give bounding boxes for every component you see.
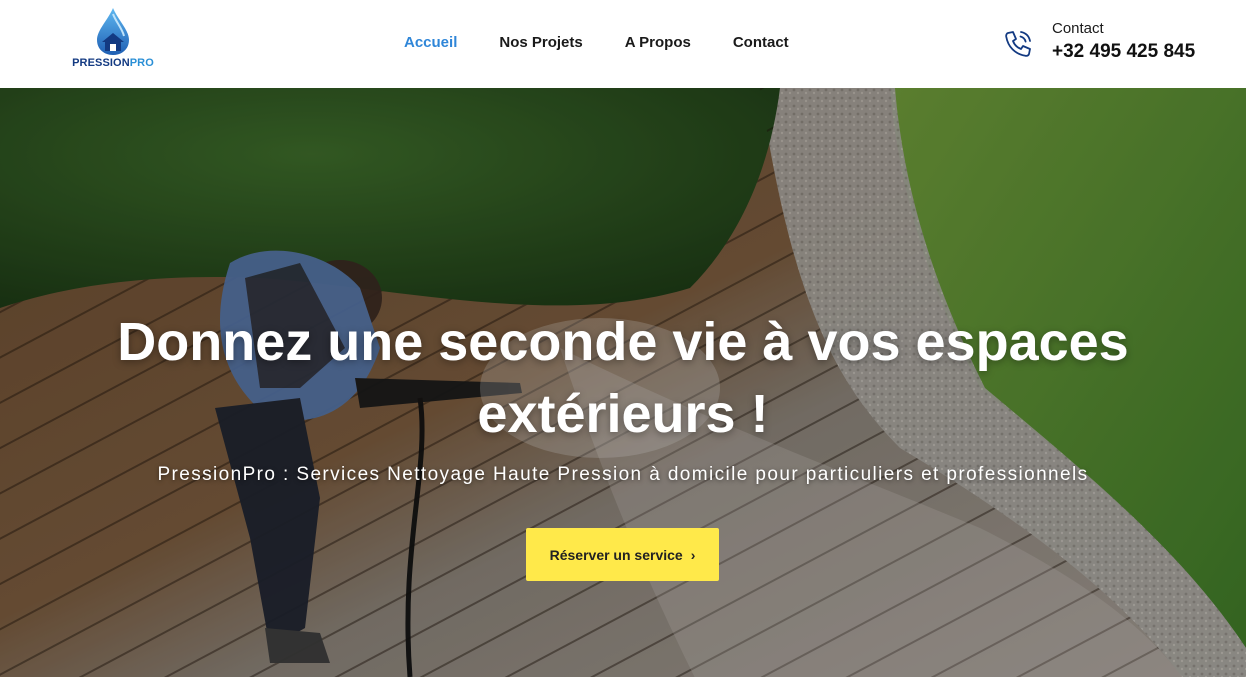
hero-title-line2: extérieurs ! (477, 384, 769, 444)
main-nav: Accueil Nos Projets A Propos Contact (404, 34, 831, 51)
reserve-service-button[interactable]: Réserver un service › (526, 528, 719, 581)
nav-item-contact[interactable]: Contact (733, 34, 789, 51)
header-contact: Contact +32 495 425 845 (1002, 20, 1195, 66)
logo-wordmark: PRESSIONPRO (72, 57, 154, 69)
nav-item-nos-projets[interactable]: Nos Projets (499, 34, 582, 51)
contact-phone-link[interactable]: +32 495 425 845 (1052, 38, 1195, 66)
phone-icon (1005, 31, 1031, 57)
hero-title: Donnez une seconde vie à vos espaces ext… (40, 306, 1206, 450)
nav-item-accueil[interactable]: Accueil (404, 34, 457, 51)
logo-text-part2: PRO (129, 57, 154, 69)
contact-label: Contact (1052, 20, 1104, 37)
hero-subtitle: PressionPro : Services Nettoyage Haute P… (157, 464, 1089, 485)
nav-item-a-propos[interactable]: A Propos (625, 34, 691, 51)
logo[interactable]: PRESSIONPRO (68, 6, 158, 78)
water-drop-house-icon (97, 8, 129, 55)
chevron-right-icon: › (690, 546, 696, 563)
logo-text-part1: PRESSION (72, 57, 130, 69)
hero-section: Donnez une seconde vie à vos espaces ext… (0, 88, 1246, 677)
hero-title-line1: Donnez une seconde vie à vos espaces (117, 312, 1129, 372)
site-header: PRESSIONPRO Accueil Nos Projets A Propos… (0, 0, 1246, 88)
reserve-service-label: Réserver un service (549, 546, 683, 563)
